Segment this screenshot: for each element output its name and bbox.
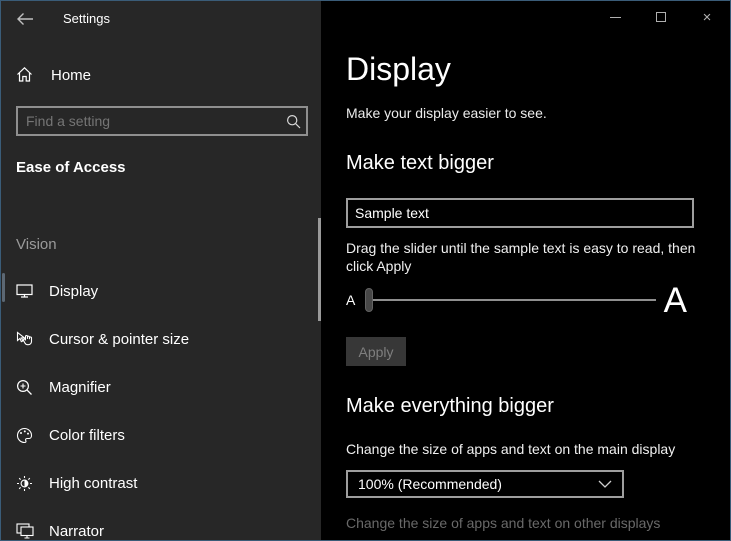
sample-text-preview: Sample text [346,198,694,228]
sidebar-item-high-contrast[interactable]: High contrast [1,459,321,507]
sidebar: Settings Home Ease of Access Vision Disp… [1,1,321,540]
back-button[interactable] [14,9,36,29]
sidebar-item-label: Color filters [49,427,125,444]
sidebar-item-color-filters[interactable]: Color filters [1,411,321,459]
minimize-icon [610,17,621,18]
main-display-scale-label: Change the size of apps and text on the … [346,441,675,457]
high-contrast-icon [16,475,33,492]
slider-instruction-line1: Drag the slider until the sample text is… [346,239,702,257]
maximize-icon [656,12,666,22]
slider-track[interactable] [373,299,655,301]
breadcrumb-section-title: Ease of Access [16,159,126,176]
selected-item-indicator [2,273,5,302]
sidebar-item-home[interactable]: Home [1,61,321,91]
main-pane: Display Make your display easier to see.… [321,1,731,540]
cursor-pointer-icon [16,331,34,348]
close-button[interactable]: × [684,1,730,33]
search-box [16,106,308,136]
slider-thumb[interactable] [365,288,373,312]
scale-dropdown[interactable]: 100% (Recommended) [346,470,624,498]
sidebar-item-display[interactable]: Display [1,267,321,315]
minimize-button[interactable] [592,1,638,33]
search-icon[interactable] [280,114,306,129]
nav-group-vision: Vision [16,236,57,253]
sample-text: Sample text [348,205,429,221]
sidebar-item-cursor-pointer-size[interactable]: Cursor & pointer size [1,315,321,363]
text-size-slider: A A [346,280,687,320]
search-input[interactable] [18,113,280,129]
display-icon [16,283,33,299]
scale-dropdown-value: 100% (Recommended) [348,476,502,492]
make-everything-bigger-heading: Make everything bigger [346,395,554,418]
sidebar-item-magnifier[interactable]: Magnifier [1,363,321,411]
chevron-down-icon [598,480,622,488]
slider-instruction: Drag the slider until the sample text is… [346,239,702,275]
slider-min-label: A [346,292,355,308]
color-filters-icon [16,427,33,444]
window-controls: × [592,1,730,33]
make-text-bigger-heading: Make text bigger [346,152,494,175]
sidebar-item-label: Display [49,283,98,300]
home-icon [16,66,33,83]
settings-window: Settings Home Ease of Access Vision Disp… [0,0,731,541]
other-displays-scale-label: Change the size of apps and text on othe… [346,515,660,531]
apply-button[interactable]: Apply [346,337,406,366]
page-title: Display [346,51,451,88]
sidebar-item-label: Cursor & pointer size [49,331,189,348]
maximize-button[interactable] [638,1,684,33]
sidebar-item-label: Narrator [49,523,104,540]
sidebar-item-label: High contrast [49,475,137,492]
page-subtitle: Make your display easier to see. [346,105,547,121]
sidebar-item-label: Magnifier [49,379,111,396]
sidebar-home-label: Home [51,67,91,84]
slider-max-label: A [664,283,687,318]
magnifier-icon [16,379,33,396]
nav-list: Display Cursor & pointer size Magnifier … [1,267,321,541]
sidebar-item-narrator[interactable]: Narrator [1,507,321,541]
back-arrow-icon [14,9,36,29]
slider-instruction-line2: click Apply [346,257,702,275]
app-title: Settings [63,11,110,26]
close-icon: × [703,10,712,25]
narrator-icon [16,523,34,539]
